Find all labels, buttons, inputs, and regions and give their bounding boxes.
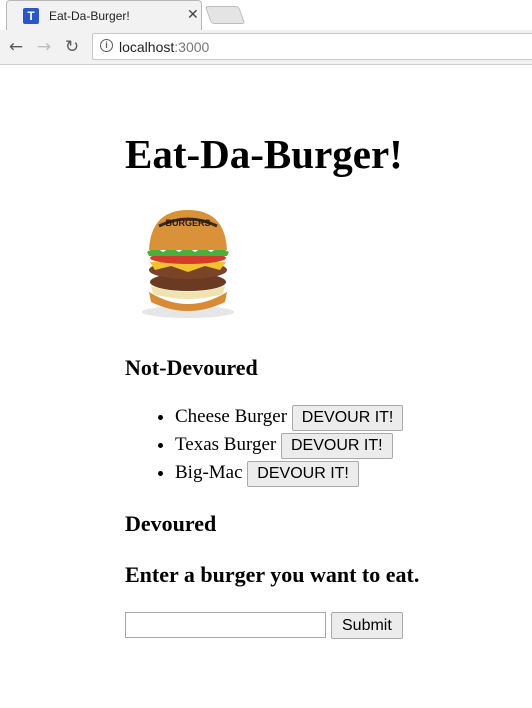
tab-strip: T Eat-Da-Burger! ✕ <box>0 0 532 30</box>
list-item: Big-Mac DEVOUR IT! <box>175 459 403 487</box>
devour-button[interactable]: DEVOUR IT! <box>280 432 393 459</box>
list-item: Cheese Burger DEVOUR IT! <box>175 403 404 431</box>
not-devoured-list: Cheese Burger DEVOUR IT! Texas Burger DE… <box>125 403 404 487</box>
list-item: Texas Burger DEVOUR IT! <box>175 431 403 459</box>
back-arrow-icon[interactable]: ← <box>6 37 26 57</box>
info-icon[interactable]: i <box>100 39 113 52</box>
url-host: localhost <box>119 39 175 55</box>
submit-button[interactable]: Submit <box>331 612 403 639</box>
close-icon[interactable]: ✕ <box>187 7 199 23</box>
browser-chrome: T Eat-Da-Burger! ✕ ← → ↻ i localhost:300… <box>0 0 532 65</box>
not-devoured-heading: Not-Devoured <box>125 355 258 380</box>
reload-icon[interactable]: ↻ <box>62 37 82 57</box>
form-heading: Enter a burger you want to eat. <box>125 562 420 587</box>
burger-name: Big-Mac <box>175 462 243 483</box>
url-text: localhost:3000 <box>119 38 209 56</box>
burger-name-input[interactable] <box>125 612 326 638</box>
forward-arrow-icon[interactable]: → <box>34 37 54 57</box>
tab-title: Eat-Da-Burger! <box>49 9 130 23</box>
devour-button[interactable]: DEVOUR IT! <box>291 404 404 431</box>
burger-brand-text: BURGERS <box>165 218 210 228</box>
burger-name: Texas Burger <box>175 434 277 455</box>
favicon-icon: T <box>23 8 39 24</box>
devour-button[interactable]: DEVOUR IT! <box>247 460 359 487</box>
devoured-heading: Devoured <box>125 511 217 536</box>
browser-toolbar: ← → ↻ i localhost:3000 <box>0 30 532 64</box>
browser-tab[interactable]: T Eat-Da-Burger! ✕ <box>6 0 202 30</box>
page-title: Eat-Da-Burger! <box>125 131 403 177</box>
burger-name: Cheese Burger <box>175 406 288 427</box>
url-port: :3000 <box>174 39 210 55</box>
new-tab-button[interactable] <box>204 6 246 24</box>
burger-image: BURGERS <box>142 210 234 318</box>
address-bar[interactable]: i localhost:3000 <box>92 33 532 60</box>
